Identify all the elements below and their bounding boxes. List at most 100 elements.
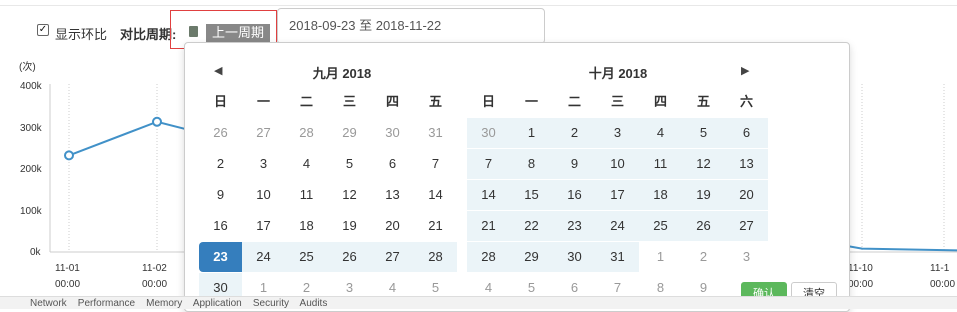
day-cell[interactable]: 19: [328, 211, 371, 241]
day-cell[interactable]: 28: [414, 242, 457, 272]
day-cell[interactable]: 29: [328, 118, 371, 148]
day-cell[interactable]: 30: [553, 242, 596, 272]
day-cell[interactable]: 14: [414, 180, 457, 210]
x-tick-label: 11-1: [930, 263, 950, 274]
day-cell[interactable]: 8: [510, 149, 553, 179]
y-tick-label: 0k: [30, 247, 42, 258]
day-cell[interactable]: 29: [510, 242, 553, 272]
day-cell[interactable]: 6: [725, 118, 768, 148]
day-cell[interactable]: 24: [596, 211, 639, 241]
day-cell[interactable]: 28: [467, 242, 510, 272]
y-tick-label: 300k: [20, 123, 43, 134]
weekday-header: 一: [524, 94, 538, 109]
day-cell[interactable]: 16: [199, 211, 242, 241]
day-cell[interactable]: 17: [596, 180, 639, 210]
day-cell[interactable]: 23: [553, 211, 596, 241]
day-cell[interactable]: 4: [639, 118, 682, 148]
right-month-title: 十月 2018: [588, 66, 648, 81]
day-cell[interactable]: 25: [639, 211, 682, 241]
day-cell[interactable]: 23: [199, 242, 242, 272]
y-tick-label: 400k: [20, 81, 43, 92]
day-cell[interactable]: 7: [467, 149, 510, 179]
day-cell[interactable]: 6: [371, 149, 414, 179]
day-cell[interactable]: 7: [414, 149, 457, 179]
weekday-header: 日: [213, 94, 227, 109]
y-axis-unit: (次): [19, 60, 36, 73]
day-cell[interactable]: 24: [242, 242, 285, 272]
day-cell[interactable]: 5: [328, 149, 371, 179]
day-cell[interactable]: 9: [199, 180, 242, 210]
weekday-header: 四: [653, 94, 667, 109]
prev-month-icon[interactable]: ◀: [214, 64, 222, 77]
day-cell[interactable]: 20: [371, 211, 414, 241]
x-tick-label: 00:00: [142, 279, 167, 290]
period-label: 对比周期:: [120, 27, 177, 42]
y-tick-label: 100k: [20, 206, 43, 217]
compare-label: 显示环比: [55, 27, 108, 42]
weekday-header: 六: [739, 94, 753, 109]
day-cell[interactable]: 20: [725, 180, 768, 210]
day-cell[interactable]: 3: [725, 242, 768, 272]
day-cell[interactable]: 17: [242, 211, 285, 241]
check-icon: ✓: [38, 24, 48, 35]
day-cell[interactable]: 31: [596, 242, 639, 272]
day-cell[interactable]: 27: [371, 242, 414, 272]
day-cell[interactable]: 19: [682, 180, 725, 210]
day-cell[interactable]: 14: [467, 180, 510, 210]
day-cell[interactable]: 2: [553, 118, 596, 148]
day-cell[interactable]: 13: [371, 180, 414, 210]
day-cell[interactable]: 10: [242, 180, 285, 210]
day-cell[interactable]: 9: [553, 149, 596, 179]
day-cell[interactable]: 27: [242, 118, 285, 148]
weekday-header: 二: [567, 94, 581, 109]
day-cell[interactable]: 12: [682, 149, 725, 179]
day-cell[interactable]: 5: [682, 118, 725, 148]
day-cell[interactable]: 3: [596, 118, 639, 148]
day-cell[interactable]: 11: [639, 149, 682, 179]
day-cell[interactable]: 21: [467, 211, 510, 241]
weekday-header: 三: [610, 94, 624, 109]
day-cell[interactable]: 16: [553, 180, 596, 210]
day-cell[interactable]: 18: [639, 180, 682, 210]
day-cell[interactable]: 21: [414, 211, 457, 241]
day-cell[interactable]: 15: [510, 180, 553, 210]
weekday-header: 四: [385, 94, 399, 109]
day-cell[interactable]: 3: [242, 149, 285, 179]
day-cell[interactable]: 4: [285, 149, 328, 179]
day-cell[interactable]: 10: [596, 149, 639, 179]
day-cell[interactable]: 28: [285, 118, 328, 148]
left-month-title: 九月 2018: [312, 66, 372, 81]
y-tick-label: 200k: [20, 164, 43, 175]
day-cell[interactable]: 31: [414, 118, 457, 148]
date-range-input[interactable]: 2018-09-23 至 2018-11-22: [277, 8, 545, 44]
x-tick-label: 00:00: [55, 279, 80, 290]
day-cell[interactable]: 30: [467, 118, 510, 148]
x-tick-label: 11-02: [142, 263, 167, 274]
day-cell[interactable]: 18: [285, 211, 328, 241]
day-cell[interactable]: 13: [725, 149, 768, 179]
day-cell[interactable]: 11: [285, 180, 328, 210]
data-point[interactable]: [152, 116, 162, 127]
day-cell[interactable]: 12: [328, 180, 371, 210]
next-month-icon[interactable]: ▶: [741, 64, 749, 77]
weekday-header: 一: [256, 94, 270, 109]
x-tick-label: 11-10: [848, 263, 873, 274]
day-cell[interactable]: 26: [199, 118, 242, 148]
previous-period-button[interactable]: 上一周期: [206, 24, 270, 42]
weekday-header: 三: [342, 94, 356, 109]
day-cell[interactable]: 26: [682, 211, 725, 241]
day-cell[interactable]: 25: [285, 242, 328, 272]
day-cell[interactable]: 1: [510, 118, 553, 148]
day-cell[interactable]: 2: [682, 242, 725, 272]
day-cell[interactable]: 27: [725, 211, 768, 241]
day-cell[interactable]: 2: [199, 149, 242, 179]
calendar-icon: [189, 26, 198, 37]
compare-checkbox[interactable]: ✓: [37, 24, 49, 36]
day-cell[interactable]: 1: [639, 242, 682, 272]
data-point[interactable]: [64, 150, 74, 161]
day-cell[interactable]: 30: [371, 118, 414, 148]
weekday-header: 五: [428, 94, 442, 109]
day-cell[interactable]: 26: [328, 242, 371, 272]
day-cell[interactable]: 22: [510, 211, 553, 241]
weekday-header: 日: [481, 94, 495, 109]
